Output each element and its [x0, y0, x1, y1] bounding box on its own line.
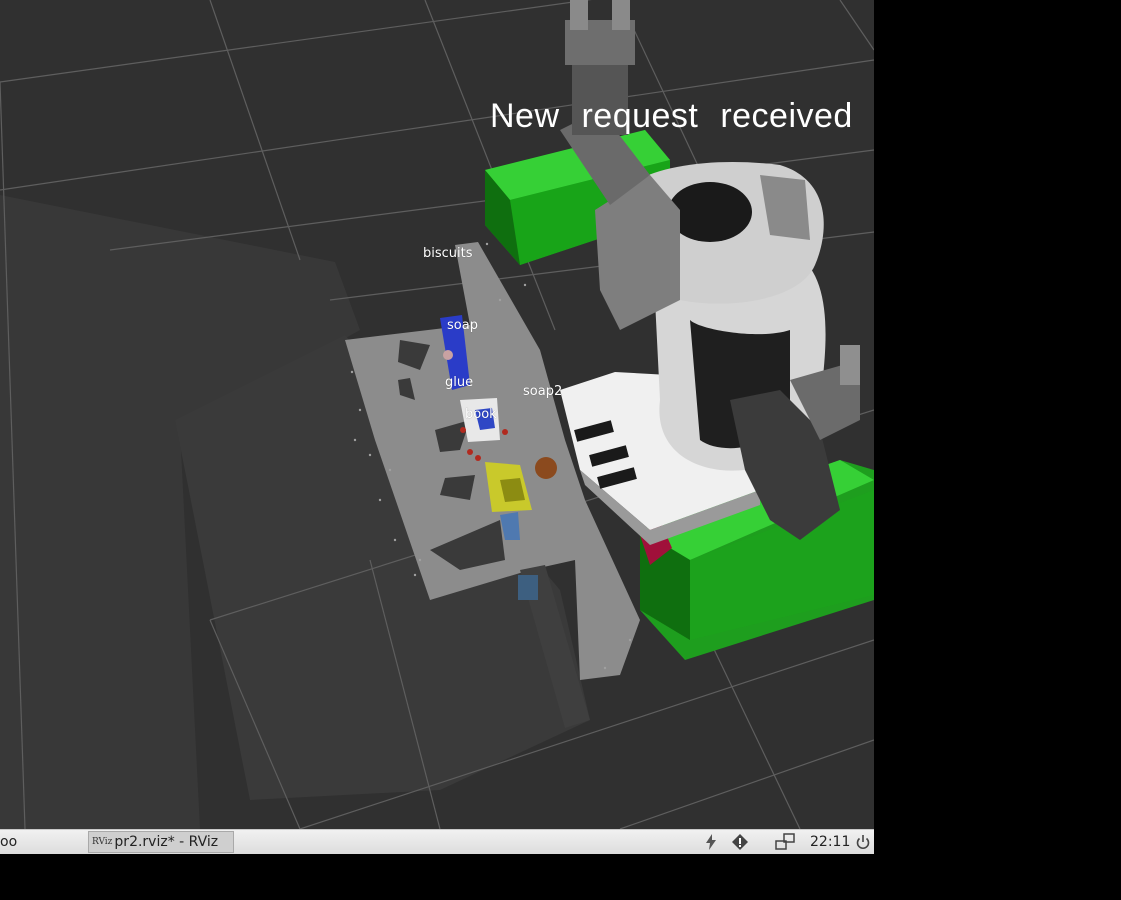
label-soap2: soap2 [523, 384, 563, 399]
power-plug-icon[interactable] [700, 832, 722, 852]
taskbar-window-rviz[interactable]: RViz pr2.rviz* - RViz [88, 831, 234, 853]
offscreen-area-bottom [0, 854, 874, 900]
table-leg-marker [518, 575, 538, 600]
label-soap: soap [447, 318, 478, 333]
taskbar-window-title: pr2.rviz* - RViz [114, 834, 219, 850]
status-overlay-text: New request received [490, 97, 853, 135]
label-biscuits: biscuits [423, 246, 473, 261]
shutdown-icon[interactable] [852, 832, 874, 852]
network-icon[interactable] [774, 832, 796, 852]
rviz-3d-viewport[interactable]: New request received biscuits soap glue … [0, 0, 874, 829]
label-book: book [465, 407, 497, 422]
taskbar: oo RViz pr2.rviz* - RViz 22:11 [0, 829, 874, 855]
alert-shield-icon[interactable] [729, 832, 751, 852]
rviz-app-icon: RViz [92, 837, 113, 847]
offscreen-area-right [874, 0, 1121, 900]
clock: 22:11 [810, 834, 851, 850]
taskbar-left-fragment[interactable]: oo [0, 834, 17, 850]
label-glue: glue [445, 375, 474, 390]
